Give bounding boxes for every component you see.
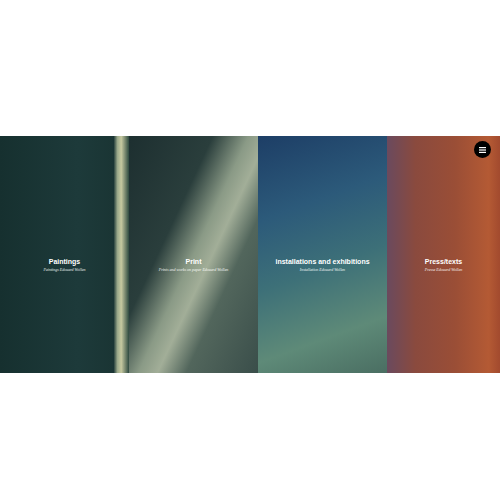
menu-icon bbox=[479, 147, 486, 153]
panel-subtitle: Prints and works on paper Edouard Wollen bbox=[159, 267, 228, 273]
category-panel[interactable]: PrintPrints and works on paper Edouard W… bbox=[129, 136, 258, 373]
panel-title: Print bbox=[186, 257, 202, 266]
category-panel[interactable]: Press/textsPresse Edouard Wollen bbox=[387, 136, 500, 373]
panel-title: Paintings bbox=[49, 257, 81, 266]
category-panel[interactable]: PaintingsPaintings Edouard Wollen bbox=[0, 136, 129, 373]
panel-subtitle: Installation Edouard Wollen bbox=[300, 267, 345, 273]
panel-title: installations and exhibitions bbox=[275, 257, 369, 266]
category-band: PaintingsPaintings Edouard WollenPrintPr… bbox=[0, 136, 500, 373]
panel-subtitle: Presse Edouard Wollen bbox=[425, 267, 462, 273]
panel-title: Press/texts bbox=[425, 257, 462, 266]
panel-subtitle: Paintings Edouard Wollen bbox=[43, 267, 85, 273]
menu-button[interactable] bbox=[474, 141, 491, 158]
category-panel[interactable]: installations and exhibitionsInstallatio… bbox=[258, 136, 387, 373]
